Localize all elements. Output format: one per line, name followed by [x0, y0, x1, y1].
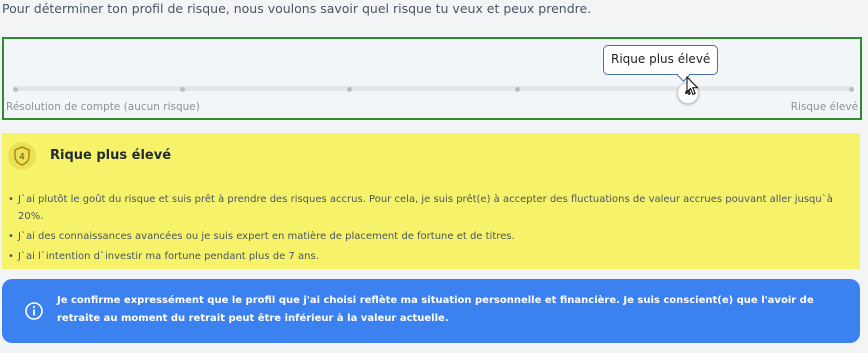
profile-description: 4 Rique plus élevé J`ai plutôt le goût d… — [2, 133, 860, 269]
badge-number: 4 — [19, 153, 25, 163]
shield-badge-icon: 4 — [8, 142, 36, 170]
profile-bullet: J`ai l`intention d`investir ma fortune p… — [8, 248, 858, 265]
profile-title: Rique plus élevé — [50, 148, 172, 163]
info-icon — [25, 302, 43, 320]
confirmation-text: Je confirme expressément que le profil q… — [57, 295, 814, 324]
profile-bullet: J`ai des connaissances avancées ou je su… — [8, 228, 858, 245]
intro-text: Pour déterminer ton profil de risque, no… — [2, 1, 592, 16]
slider-max-label: Risque élevé — [790, 101, 858, 113]
slider-tooltip: Rique plus élevé — [603, 45, 719, 75]
profile-bullet: J`ai plutôt le goût du risque et suis pr… — [8, 191, 858, 225]
confirmation-banner[interactable]: Je confirme expressément que le profil q… — [2, 279, 860, 343]
slider-tick[interactable] — [347, 87, 352, 92]
slider-min-label: Résolution de compte (aucun risque) — [6, 101, 200, 113]
slider-tick[interactable] — [849, 87, 854, 92]
risk-slider[interactable]: Rique plus élevé 4 Résolution de compte … — [2, 37, 862, 120]
mouse-cursor-icon — [686, 76, 699, 96]
profile-bullet-list: J`ai plutôt le goût du risque et suis pr… — [8, 191, 858, 268]
slider-tick[interactable] — [13, 87, 18, 92]
slider-tick[interactable] — [515, 87, 520, 92]
slider-tick[interactable] — [180, 87, 185, 92]
slider-track[interactable] — [14, 86, 854, 91]
